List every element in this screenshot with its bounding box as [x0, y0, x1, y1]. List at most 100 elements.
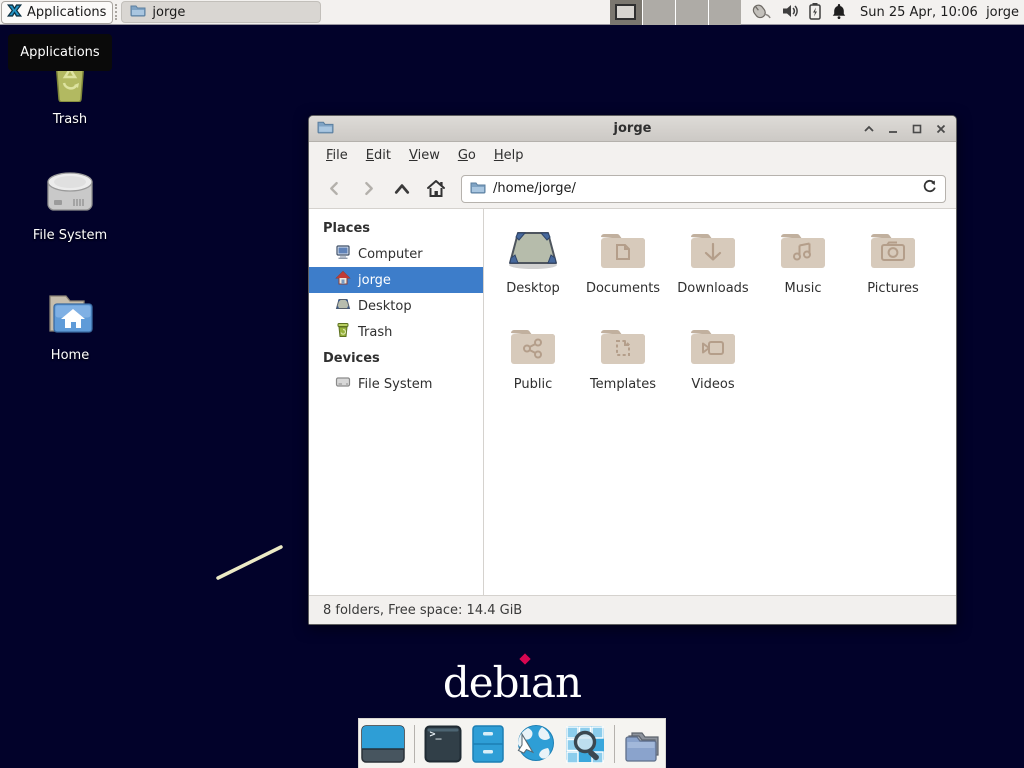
window-titlebar[interactable]: jorge: [309, 116, 956, 142]
menu-view[interactable]: View: [400, 144, 449, 167]
volume-icon[interactable]: [781, 2, 799, 24]
sidebar-item-label: Desktop: [358, 299, 412, 314]
file-label: Downloads: [677, 281, 748, 296]
menubar: File Edit View Go Help: [309, 142, 956, 169]
menu-help[interactable]: Help: [485, 144, 533, 167]
computer-icon: [335, 244, 351, 264]
sidebar-item-label: Trash: [358, 325, 392, 340]
file-label: Public: [514, 377, 552, 392]
places-header: Places: [309, 215, 483, 241]
file-label: Templates: [590, 377, 656, 392]
workspace-switcher[interactable]: [610, 0, 741, 25]
desktop-icon-home[interactable]: Home: [22, 290, 118, 363]
xfce-menu-icon: [6, 2, 23, 23]
sidebar-item-desktop[interactable]: Desktop: [309, 293, 483, 319]
file-item-music[interactable]: Music: [758, 219, 848, 315]
bottom-dock: >_: [358, 718, 666, 768]
trash-icon: [335, 322, 351, 342]
desktop-icon-label: Trash: [53, 112, 87, 127]
panel-clock[interactable]: Sun 25 Apr, 10:06: [860, 0, 978, 25]
workspace-3[interactable]: [676, 0, 708, 25]
sidebar-item-jorge[interactable]: jorge: [309, 267, 483, 293]
file-item-pictures[interactable]: Pictures: [848, 219, 938, 315]
file-view: Desktop Documents: [484, 209, 956, 595]
toolbar: /home/jorge/: [309, 169, 956, 209]
mouse-icon[interactable]: [750, 2, 772, 24]
battery-icon[interactable]: [808, 2, 822, 24]
minimize-button[interactable]: [886, 122, 900, 136]
path-bar[interactable]: /home/jorge/: [461, 175, 946, 203]
videos-folder-icon: [687, 323, 739, 373]
desktop-folder-icon: [505, 227, 561, 277]
workspace-window-thumb: [615, 4, 636, 20]
desktop-icon-label: File System: [33, 228, 107, 243]
file-label: Videos: [691, 377, 734, 392]
logo-text: an: [531, 658, 581, 707]
pictures-folder-icon: [867, 227, 919, 277]
file-item-public[interactable]: Public: [488, 315, 578, 411]
terminal-launcher[interactable]: >_: [424, 725, 462, 763]
file-item-desktop[interactable]: Desktop: [488, 219, 578, 315]
notification-bell-icon[interactable]: [831, 2, 847, 24]
application-finder-launcher[interactable]: [565, 725, 605, 763]
workspace-4[interactable]: [709, 0, 741, 25]
places-sidebar: Places Computer jorge Desktop: [309, 209, 484, 595]
menu-go[interactable]: Go: [449, 144, 485, 167]
menu-file[interactable]: File: [317, 144, 357, 167]
home-folder-icon: [44, 290, 96, 342]
home-button[interactable]: [421, 175, 451, 203]
panel-username[interactable]: jorge: [986, 0, 1019, 25]
folder-launcher[interactable]: [624, 725, 664, 763]
path-input[interactable]: /home/jorge/: [493, 181, 915, 196]
taskbar-window-label: jorge: [152, 5, 185, 20]
workspace-2[interactable]: [643, 0, 675, 25]
public-folder-icon: [507, 323, 559, 373]
applications-menu-label: Applications: [27, 5, 106, 20]
close-button[interactable]: [934, 122, 948, 136]
terminal-prompt-glyph: >_: [430, 729, 442, 740]
taskbar-window-button[interactable]: jorge: [121, 1, 321, 23]
devices-header: Devices: [309, 345, 483, 371]
menu-edit[interactable]: Edit: [357, 144, 400, 167]
maximize-button[interactable]: [910, 122, 924, 136]
forward-button[interactable]: [353, 175, 383, 203]
web-browser-launcher[interactable]: [514, 724, 556, 764]
shade-button[interactable]: [862, 122, 876, 136]
window-title: jorge: [309, 121, 956, 136]
file-manager-window: jorge File Edit View Go Help /home/jorge…: [308, 115, 957, 625]
desktop-icon: [335, 296, 351, 316]
sidebar-item-label: File System: [358, 377, 432, 392]
workspace-1[interactable]: [610, 0, 642, 25]
dock-separator: [614, 725, 615, 763]
logo-text: ı: [519, 658, 531, 707]
folder-icon: [470, 179, 486, 199]
sidebar-item-computer[interactable]: Computer: [309, 241, 483, 267]
file-item-documents[interactable]: Documents: [578, 219, 668, 315]
templates-folder-icon: [597, 323, 649, 373]
reload-icon[interactable]: [922, 179, 937, 198]
home-icon: [335, 270, 351, 290]
sidebar-item-trash[interactable]: Trash: [309, 319, 483, 345]
up-button[interactable]: [387, 175, 417, 203]
file-item-videos[interactable]: Videos: [668, 315, 758, 411]
tooltip-text: Applications: [20, 45, 99, 60]
downloads-folder-icon: [687, 227, 739, 277]
folder-icon: [130, 2, 146, 22]
desktop-icon-file-system[interactable]: File System: [22, 168, 118, 243]
file-manager-launcher[interactable]: [471, 725, 505, 763]
file-item-templates[interactable]: Templates: [578, 315, 668, 411]
system-tray: [750, 0, 847, 25]
sidebar-item-file-system[interactable]: File System: [309, 371, 483, 397]
applications-menu-button[interactable]: Applications: [1, 1, 113, 24]
desktop-stroke-artifact: [210, 538, 294, 588]
file-label: Desktop: [506, 281, 560, 296]
file-item-downloads[interactable]: Downloads: [668, 219, 758, 315]
hard-drive-icon: [44, 168, 96, 222]
desktop-icon-label: Home: [51, 348, 89, 363]
debian-wallpaper-logo: debıan: [0, 658, 1024, 707]
sidebar-item-label: jorge: [358, 273, 391, 288]
documents-folder-icon: [597, 227, 649, 277]
back-button[interactable]: [319, 175, 349, 203]
show-desktop-button[interactable]: [361, 725, 405, 763]
tasklist-handle[interactable]: [115, 4, 119, 20]
